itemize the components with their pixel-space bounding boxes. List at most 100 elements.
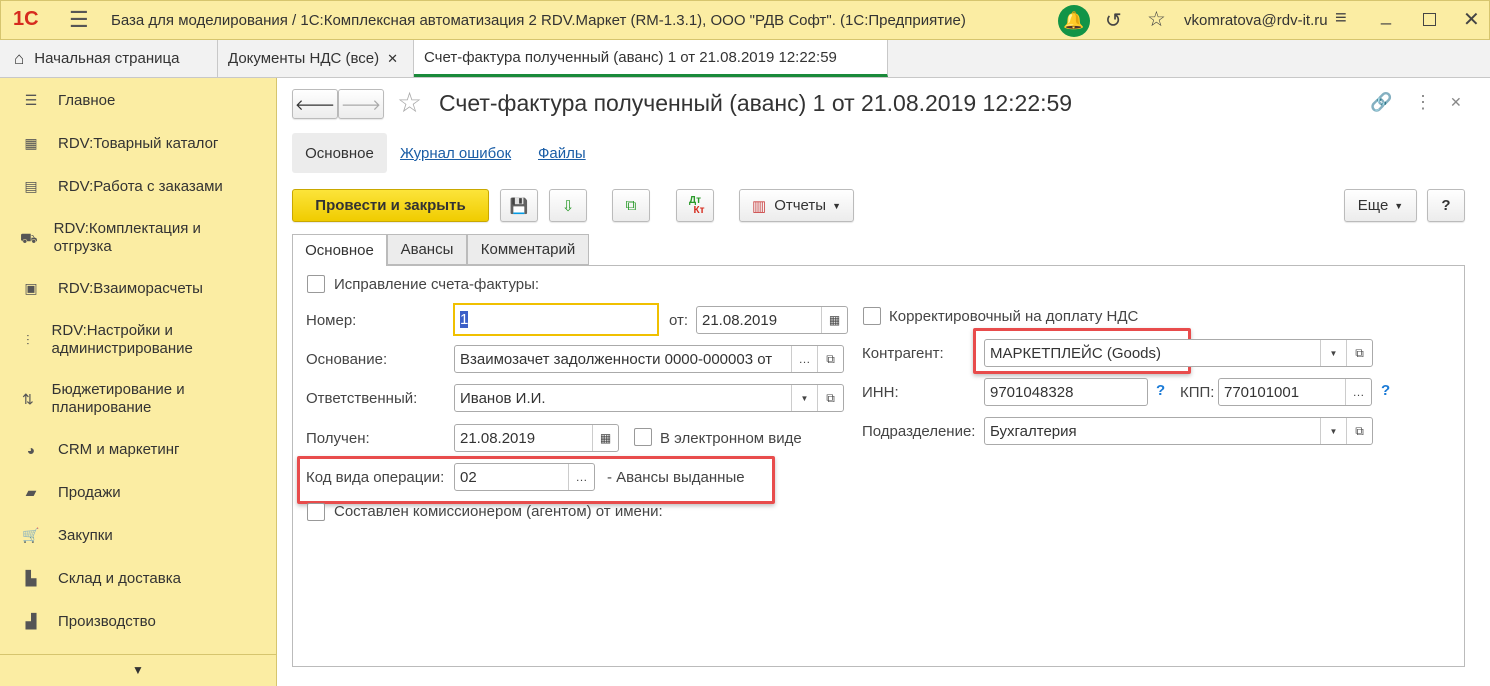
minimize-icon[interactable]: _	[1381, 5, 1391, 26]
sidebar-item-main[interactable]: ☰ Главное	[20, 92, 116, 109]
received-date-input[interactable]: 21.08.2019 ▦	[454, 424, 619, 452]
received-label: Получен:	[306, 430, 370, 447]
agent-label: Составлен комиссионером (агентом) от име…	[334, 503, 663, 520]
sidebar-item-catalog[interactable]: ▦ RDV:Товарный каталог	[20, 135, 218, 152]
kpp-input[interactable]: 770101001 …	[1218, 378, 1372, 406]
nav-main[interactable]: Основное	[292, 133, 387, 173]
cart-icon: ⛟	[20, 230, 38, 246]
favorite-star-icon[interactable]: ☆	[397, 86, 422, 119]
sidebar-item-label: RDV:Работа с заказами	[58, 178, 223, 195]
more-vertical-icon[interactable]: ⋮	[1414, 92, 1432, 113]
create-based-on-button[interactable]: ⧉	[612, 189, 650, 222]
basis-input[interactable]: Взаимозачет задолженности 0000-000003 от…	[454, 345, 844, 373]
document-icon: ▤	[24, 178, 38, 194]
select-ellipsis-icon[interactable]: …	[791, 346, 817, 372]
maximize-icon[interactable]	[1423, 13, 1436, 26]
formtab-advances[interactable]: Авансы	[387, 234, 467, 265]
correction-checkbox[interactable]	[307, 275, 325, 293]
responsible-input[interactable]: Иванов И.И. ▼ ⧉	[454, 384, 844, 412]
sidebar-item-crm[interactable]: ◕ CRM и маркетинг	[20, 441, 180, 458]
sidebar-item-shipment[interactable]: ⛟ RDV:Комплектация и отгрузка	[20, 220, 220, 256]
counterparty-value: МАРКЕТПЛЕЙС (Goods)	[990, 344, 1162, 362]
open-icon[interactable]: ⧉	[1346, 418, 1372, 444]
open-icon[interactable]: ⧉	[817, 385, 843, 411]
save-icon: 💾	[509, 197, 529, 215]
reports-button[interactable]: ▥ Отчеты ▼	[739, 189, 854, 222]
sidebar-item-label: RDV:Комплектация и отгрузка	[53, 220, 201, 255]
counterparty-input[interactable]: МАРКЕТПЛЕЙС (Goods) ▼ ⧉	[984, 339, 1373, 367]
correction-label: Исправление счета-фактуры:	[334, 276, 540, 293]
help-button[interactable]: ?	[1427, 189, 1465, 222]
nav-label: Основное	[305, 144, 374, 162]
scroll-down-icon[interactable]: ▼	[0, 654, 276, 686]
opcode-description: - Авансы выданные	[607, 469, 745, 486]
nav-error-log[interactable]: Журнал ошибок	[400, 145, 511, 162]
opcode-input[interactable]: 02…	[454, 463, 595, 491]
close-form-icon[interactable]: ✕	[1450, 94, 1462, 111]
kpp-help-link[interactable]: ?	[1381, 382, 1390, 399]
post-button[interactable]: ⇩	[549, 189, 587, 222]
calendar-icon[interactable]: ▦	[592, 425, 618, 451]
kpp-value: 770101001	[1224, 383, 1300, 401]
nav-files[interactable]: Файлы	[538, 145, 586, 162]
sidebar-item-production[interactable]: ▟ Производство	[20, 613, 156, 630]
electronic-checkbox[interactable]	[634, 428, 652, 446]
sidebar-item-admin[interactable]: ⫶ RDV:Настройки и администрирование	[20, 322, 240, 358]
forward-button[interactable]: 🡒	[338, 89, 384, 119]
sidebar-item-label: Продажи	[58, 484, 121, 501]
close-icon[interactable]: ✕	[1463, 7, 1480, 32]
history-icon[interactable]: ↺	[1105, 8, 1122, 33]
sidebar-item-sales[interactable]: ▰ Продажи	[20, 484, 121, 501]
tab-home[interactable]: ⌂ Начальная страница	[0, 40, 218, 77]
corrective-checkbox[interactable]	[863, 307, 881, 325]
electronic-label: В электронном виде	[660, 430, 802, 447]
dt-kt-button[interactable]: Дт Кт	[676, 189, 714, 222]
number-input[interactable]: 1	[453, 303, 659, 336]
sidebar-item-orders[interactable]: ▤ RDV:Работа с заказами	[20, 178, 223, 195]
open-icon[interactable]: ⧉	[1346, 340, 1372, 366]
received-value: 21.08.2019	[460, 429, 536, 447]
cart-icon: 🛒	[22, 527, 40, 543]
select-ellipsis-icon[interactable]: …	[568, 464, 594, 490]
calculator-icon: ▣	[24, 280, 38, 296]
formtab-comment[interactable]: Комментарий	[467, 234, 589, 265]
formtab-main[interactable]: Основное	[292, 234, 387, 266]
date-input[interactable]: 21.08.2019 ▦	[696, 306, 848, 334]
settings-menu-icon[interactable]: ≡	[1335, 7, 1347, 30]
inn-help-link[interactable]: ?	[1156, 382, 1165, 399]
dropdown-arrow-icon[interactable]: ▼	[1320, 340, 1346, 366]
sidebar-item-budget[interactable]: ⇅ Бюджетирование и планирование	[20, 381, 220, 417]
back-button[interactable]: 🡐	[292, 89, 338, 119]
calendar-icon[interactable]: ▦	[821, 307, 847, 333]
inn-input[interactable]: 9701048328	[984, 378, 1148, 406]
dt-label: Дт	[688, 194, 702, 206]
bell-icon[interactable]: 🔔	[1058, 5, 1090, 37]
department-input[interactable]: Бухгалтерия ▼ ⧉	[984, 417, 1373, 445]
corrective-label: Корректировочный на доплату НДС	[889, 308, 1139, 325]
dropdown-arrow-icon: ▼	[832, 200, 841, 211]
factory-icon: ▟	[25, 613, 37, 629]
agent-checkbox[interactable]	[307, 503, 325, 521]
logo: 1С	[13, 8, 39, 30]
dropdown-arrow-icon[interactable]: ▼	[791, 385, 817, 411]
link-icon[interactable]: 🔗	[1370, 92, 1392, 113]
date-value: 21.08.2019	[702, 311, 778, 329]
save-button[interactable]: 💾	[500, 189, 538, 222]
sidebar-item-settlements[interactable]: ▣ RDV:Взаиморасчеты	[20, 280, 203, 297]
department-label: Подразделение:	[862, 423, 976, 440]
number-label: Номер:	[306, 312, 357, 329]
close-tab-icon[interactable]: ✕	[387, 51, 398, 67]
star-icon[interactable]: ☆	[1147, 7, 1166, 32]
sidebar-item-purchases[interactable]: 🛒 Закупки	[20, 527, 112, 544]
sidebar-item-warehouse[interactable]: ▙ Склад и доставка	[20, 570, 181, 587]
tab-vat-documents[interactable]: Документы НДС (все) ✕	[218, 40, 414, 77]
more-button[interactable]: Еще ▼	[1344, 189, 1417, 222]
user-name[interactable]: vkomratova@rdv-it.ru	[1184, 12, 1328, 29]
post-and-close-button[interactable]: Провести и закрыть	[292, 189, 489, 222]
home-icon: ⌂	[14, 48, 25, 68]
menu-icon[interactable]: ☰	[69, 7, 89, 33]
open-icon[interactable]: ⧉	[817, 346, 843, 372]
tab-invoice[interactable]: Счет-фактура полученный (аванс) 1 от 21.…	[414, 40, 888, 77]
dropdown-arrow-icon[interactable]: ▼	[1320, 418, 1346, 444]
select-ellipsis-icon[interactable]: …	[1345, 379, 1371, 405]
